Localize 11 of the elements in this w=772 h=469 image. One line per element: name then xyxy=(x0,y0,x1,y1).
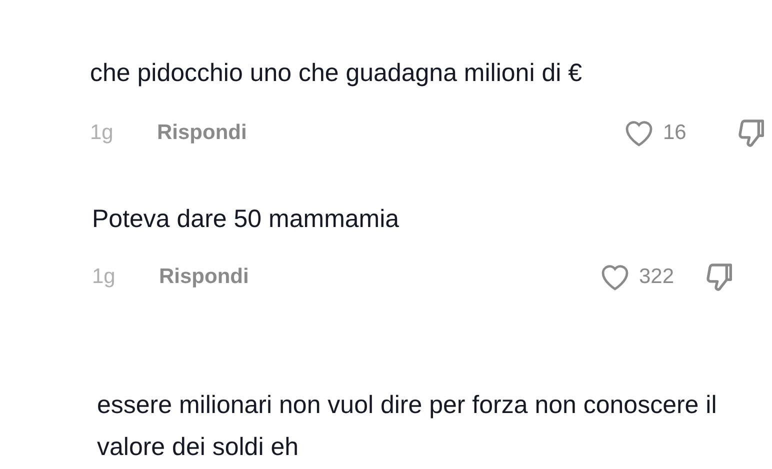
like-count: 16 xyxy=(663,120,686,146)
comment-time: 1g xyxy=(90,120,114,146)
comment-time: 1g xyxy=(92,264,116,290)
reply-link[interactable]: Rispondi xyxy=(157,117,265,149)
heart-icon[interactable] xyxy=(623,118,655,148)
comment-text: che pidocchio uno che guadagna milioni di € xyxy=(90,58,584,89)
heart-icon[interactable] xyxy=(599,262,631,292)
comment-text: Poteva dare 50 mammamia xyxy=(92,204,400,235)
reply-link[interactable]: Rispondi xyxy=(159,261,267,293)
like-count: 322 xyxy=(639,264,674,290)
comment-text: essere milionari non vuol dire per forza non conoscere il valore dei soldi eh xyxy=(97,390,718,463)
